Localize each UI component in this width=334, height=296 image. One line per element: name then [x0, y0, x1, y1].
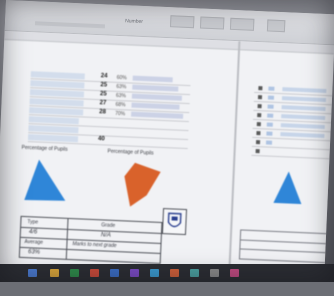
row-label-placeholder — [29, 89, 85, 98]
row-count: 25 — [99, 91, 107, 98]
chart-2-series-shape — [124, 162, 161, 207]
row-count: 40 — [97, 136, 105, 143]
insert-button[interactable] — [266, 19, 286, 33]
results-divider — [240, 239, 327, 245]
row-bullet — [256, 122, 261, 127]
results-table-right — [238, 229, 329, 264]
school-crest-box — [161, 208, 188, 236]
results-header: Grade — [101, 222, 116, 229]
row-count: 24 — [100, 73, 108, 80]
row-note-placeholder — [281, 96, 327, 103]
results-divider — [240, 248, 327, 254]
row-label-placeholder — [29, 98, 84, 107]
file-explorer-icon[interactable] — [50, 269, 59, 277]
results-header: Average — [24, 239, 44, 246]
radar-chart-1[interactable] — [19, 150, 92, 215]
row-label-placeholder — [30, 71, 85, 80]
row-note-placeholder — [131, 93, 182, 101]
powerpoint-icon[interactable] — [90, 269, 99, 277]
app-icon[interactable] — [190, 269, 199, 277]
radar-chart-3[interactable] — [263, 160, 312, 222]
results-value: 4/6 — [28, 229, 38, 236]
row-count: 25 — [100, 82, 108, 89]
font-controls[interactable] — [34, 21, 106, 29]
row-label-placeholder — [29, 107, 84, 116]
row-percent: 63% — [116, 83, 127, 91]
results-value: Marks to next grade — [72, 241, 117, 250]
school-crest-icon — [167, 212, 182, 228]
row-percent: 70% — [115, 110, 126, 118]
results-divider — [21, 226, 161, 234]
row-percent: 68% — [115, 101, 126, 109]
row-label-placeholder — [28, 125, 79, 134]
row-label-placeholder — [28, 116, 79, 125]
browser-icon[interactable] — [150, 269, 159, 277]
row-count: 27 — [99, 100, 107, 107]
row-note-placeholder — [132, 84, 179, 92]
row-percent: 60% — [116, 74, 127, 82]
row-bullet — [256, 131, 261, 136]
row-note-placeholder — [280, 132, 325, 139]
results-table: Type Grade 4/6 N/A Average Marks to next… — [18, 215, 163, 264]
row-code-placeholder — [267, 113, 274, 118]
row-note-placeholder — [131, 102, 180, 110]
results-value: 63% — [27, 249, 41, 256]
row-bullet — [257, 113, 262, 118]
row-bullet — [255, 149, 260, 154]
results-value: N/A — [100, 232, 111, 239]
sheet-block-divider — [228, 41, 241, 277]
start-icon[interactable] — [28, 269, 37, 277]
taskbar — [0, 264, 334, 282]
spreadsheet-window: Number 24 60% 25 63% 25 63% 27 68% 28 70… — [0, 0, 334, 281]
row-code-placeholder — [266, 122, 273, 127]
row-bullet — [255, 140, 261, 145]
row-code-placeholder — [267, 104, 274, 109]
row-label-placeholder — [30, 80, 85, 89]
row-note-placeholder — [282, 87, 327, 94]
row-note-placeholder — [281, 114, 326, 121]
row-code-placeholder — [266, 131, 273, 136]
app-icon[interactable] — [210, 269, 219, 277]
cell-styles-button[interactable] — [229, 17, 255, 31]
row-code-placeholder — [265, 140, 273, 145]
row-note-placeholder — [131, 111, 184, 119]
row-note-placeholder — [132, 75, 173, 83]
row-code-placeholder — [268, 86, 275, 91]
row-percent: 63% — [115, 92, 127, 100]
row-code-placeholder — [267, 95, 275, 100]
conditional-format-button[interactable] — [169, 15, 195, 29]
number-group-label: Number — [125, 18, 144, 25]
results-header: Type — [27, 219, 39, 226]
app-icon[interactable] — [230, 269, 239, 277]
row-note-placeholder — [280, 123, 325, 130]
row-label-placeholder — [27, 134, 79, 143]
word-icon[interactable] — [110, 269, 119, 277]
row-note-placeholder — [281, 105, 326, 112]
format-table-button[interactable] — [199, 16, 225, 30]
row-bullet — [257, 104, 262, 109]
app-icon[interactable] — [170, 269, 179, 277]
chart-3-series-shape — [273, 171, 302, 205]
onenote-icon[interactable] — [130, 269, 139, 277]
monitor: Number 24 60% 25 63% 25 63% 27 68% 28 70… — [0, 0, 334, 296]
excel-icon[interactable] — [70, 269, 79, 277]
row-bullet — [257, 95, 263, 100]
row-count: 28 — [99, 109, 107, 116]
worksheet-grid[interactable]: 24 60% 25 63% 25 63% 27 68% 28 70% 40 Pe… — [0, 30, 334, 281]
row-bullet — [258, 86, 263, 91]
chart-1-series-shape — [24, 159, 66, 201]
